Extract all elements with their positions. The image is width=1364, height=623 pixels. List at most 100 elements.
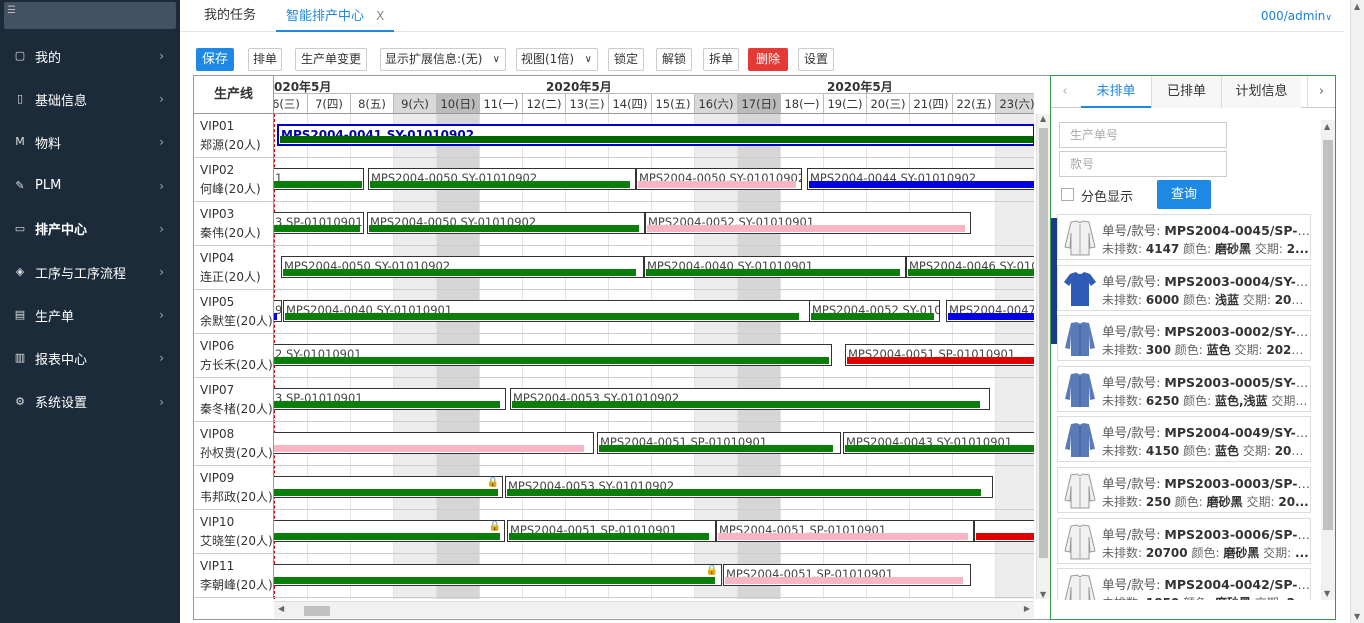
task-bar[interactable]: MPS2004-0043,SY-01010901 [843,432,1034,454]
sidebar-item-4[interactable]: ▭ 排产中心 › [0,208,180,250]
task-bar[interactable]: MPS2004-0040,SY-01010901 [283,300,810,322]
color-value: 磨砂黑 [1223,545,1260,560]
sidebar-item-3[interactable]: ✎ PLM › [0,165,180,207]
task-bar[interactable]: MPS2004-0051,SP-01010901 [723,564,971,586]
task-bar[interactable]: 🔒 [274,476,503,498]
tab-unscheduled[interactable]: 未排单 [1081,76,1151,108]
task-bar[interactable] [974,520,1034,542]
task-bar[interactable]: 2,SY-01010901 [274,344,832,366]
user-menu[interactable]: 000/admin∨ [1261,9,1332,23]
qty-value: 6250 [1145,393,1180,408]
color-label: 颜色: [1183,596,1211,600]
task-bar[interactable]: MPS2004-0051,SP-01010901 [507,520,716,542]
task-bar[interactable]: MPS2004-0051,SP-01010901 [845,344,1034,366]
task-bar[interactable] [274,432,594,454]
style-number-input[interactable] [1059,151,1227,177]
task-bar[interactable]: MPS2004-0053,SY-01010902 [510,388,990,410]
gantt-grid: MPS2004-0041,SY-01010902 1 MPS2004-0050,SY… [274,114,1034,599]
task-bar[interactable]: MPS2004-0050,SY-01010902 [281,256,644,278]
tag-icon: ◈ [15,265,25,278]
task-bar[interactable]: MPS2004-0050,SY-01010902 [636,168,802,190]
panel-scrollbar[interactable]: ▲ ▼ [1321,120,1335,600]
qty-value: 20700 [1145,545,1188,560]
lock-button[interactable]: 锁定 [608,48,644,71]
task-progress [274,313,277,320]
chevron-right-icon: › [159,308,164,323]
garment-thumbnail [1062,573,1098,600]
order-card[interactable]: 单号/款号: MPS2003-0003/SP-01010901未排数: 250 … [1057,467,1311,513]
order-card[interactable]: 单号/款号: MPS2003-0006/SP-01010901未排数: 2070… [1057,517,1311,564]
sidebar-item-8[interactable]: ⚙ 系统设置 › [0,381,180,423]
task-bar[interactable]: 🔒 [274,520,505,542]
color-label: 颜色: [1183,444,1212,459]
order-card[interactable]: 单号/款号: MPS2004-0042/SP-01010901未排数: 1850… [1057,568,1311,600]
tab-scheduled[interactable]: 已排单 [1151,76,1221,108]
sidebar: ☰ ▢ 我的 › ▯ 基础信息 › M 物料 › ✎ PLM › ▭ 排产中心 › ◈ 工序与工序流程 › ▤ 生产单… [0,0,180,623]
color-label: 颜色: [1191,545,1220,560]
sidebar-search[interactable]: ☰ [4,2,176,29]
order-number-input[interactable] [1059,122,1227,148]
task-progress [370,181,630,188]
tab-prev-icon[interactable]: ‹ [1051,76,1079,108]
task-bar[interactable]: MPS2004-0053,SY-01010902 [505,476,993,498]
sidebar-item-0[interactable]: ▢ 我的 › [0,35,180,77]
view-select[interactable]: 视图(1倍) ∨ [516,48,598,71]
order-change-button[interactable]: 生产单变更 [295,48,367,71]
settings-button[interactable]: 设置 [798,48,834,71]
order-card[interactable]: 单号/款号: MPS2003-0004/SY-01010902未排数: 6000… [1057,264,1311,311]
line-people: 连正(20人) [200,270,261,284]
unscheduled-order-list: 单号/款号: MPS2004-0045/SP-01010901未排数: 4147… [1051,210,1321,600]
task-bar[interactable]: MPS2004-0052,SY-01010901 [645,212,971,234]
task-bar[interactable]: MPS2004-0050,SY-01010902 [367,212,645,234]
task-bar[interactable]: MPS2004-0047 [946,300,1034,322]
tab-next-icon[interactable]: › [1307,76,1335,108]
task-bar[interactable]: 🔒 [274,564,722,586]
tab-scheduling-center[interactable]: 智能排产中心 X [276,0,395,32]
gantt-horizontal-scrollbar[interactable]: ◀ ▶ [274,601,1034,618]
chevron-right-icon: › [159,265,164,279]
color-display-checkbox[interactable] [1061,188,1074,201]
unlock-button[interactable]: 解锁 [656,48,692,71]
sidebar-item-2[interactable]: M 物料 › [0,121,180,163]
order-card[interactable]: 单号/款号: MPS2003-0005/SY-01010901未排数: 6250… [1057,365,1311,412]
save-button[interactable]: 保存 [196,48,234,71]
task-bar[interactable]: MPS2004-0051,SP-01010901 [597,432,841,454]
sidebar-item-6[interactable]: ▤ 生产单 › [0,294,180,336]
task-progress [369,225,639,232]
sidebar-item-1[interactable]: ▯ 基础信息 › [0,78,180,120]
order-card[interactable]: 单号/款号: MPS2003-0002/SY-01010901未排数: 300 … [1057,315,1311,362]
tab-my-tasks[interactable]: 我的任务 [194,0,266,32]
task-bar[interactable]: 3,SP-01010901 [274,388,506,410]
line-name: VIP10 [200,515,235,529]
task-bar[interactable]: 9 [274,300,282,322]
task-bar[interactable]: MPS2004-0050,SY-01010902 [368,168,636,190]
task-bar[interactable]: MPS2004-0041,SY-01010902 [277,124,1034,146]
close-icon[interactable]: X [376,9,384,23]
user-name: 000/admin [1260,9,1326,23]
task-bar[interactable]: MPS2004-0051,SP-01010901 [716,520,974,542]
query-button[interactable]: 查询 [1157,180,1211,209]
sidebar-item-7[interactable]: ▥ 报表中心 › [0,337,180,379]
delete-button[interactable]: 删除 [748,48,788,71]
task-progress [274,445,584,452]
split-button[interactable]: 拆单 [703,48,739,71]
task-progress [847,357,1034,364]
line-name: VIP01 [200,119,235,133]
sidebar-item-5[interactable]: ◈ 工序与工序流程 › [0,251,180,293]
ext-info-select[interactable]: 显示扩展信息:(无) ∨ [380,48,506,71]
order-card[interactable]: 单号/款号: MPS2004-0045/SP-01010901未排数: 4147… [1057,214,1311,260]
task-bar[interactable]: MPS2004-0052,SY-010 [809,300,940,322]
gantt-vertical-scrollbar[interactable]: ▲ ▼ [1036,114,1050,599]
task-bar[interactable]: MPS2004-0044,SY-01010902 [807,168,1034,190]
menu-icon[interactable]: ☰ [7,5,16,16]
schedule-button[interactable]: 排单 [248,48,282,71]
order-line: 单号/款号: MPS2004-0049/SY-01010901 [1102,422,1310,441]
task-progress [646,269,900,276]
task-bar[interactable]: 1 [274,168,364,190]
task-bar[interactable]: 3,SP-01010901 [274,212,364,234]
tab-plan-info[interactable]: 计划信息 [1221,76,1301,108]
page-scrollbar[interactable]: ▲ ▼ [1350,0,1364,623]
task-bar[interactable]: MPS2004-0040,SY-01010901 [644,256,906,278]
order-card[interactable]: 单号/款号: MPS2004-0049/SY-01010901未排数: 4150… [1057,416,1311,463]
task-bar[interactable]: MPS2004-0046,SY-0101 [906,256,1034,278]
